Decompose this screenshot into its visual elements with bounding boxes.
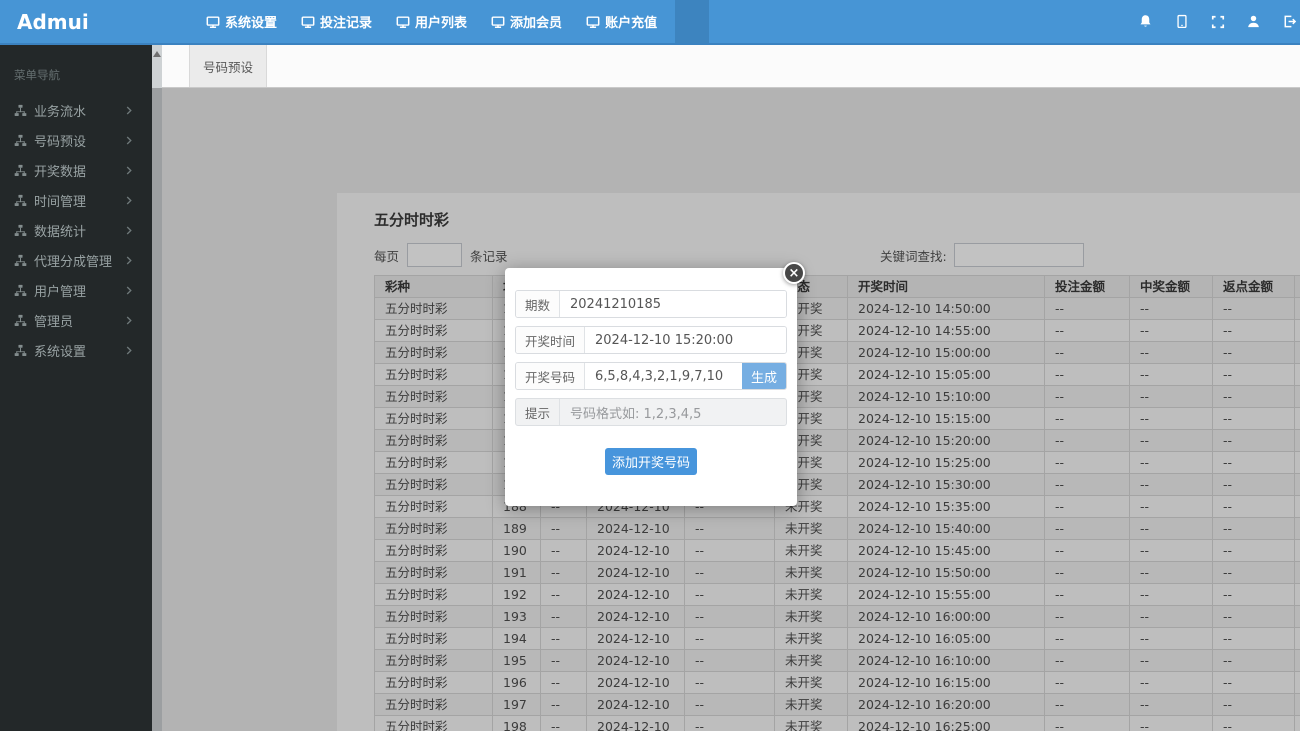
- issue-number-input[interactable]: [560, 291, 786, 317]
- draw-numbers-input[interactable]: [585, 363, 742, 389]
- sidebar-item[interactable]: 管理员: [0, 305, 152, 335]
- hint-group: 提示号码格式如: 1,2,3,4,5: [515, 398, 787, 426]
- navbar-item-label: 投注记录: [320, 12, 372, 31]
- navbar-item-label: 用户列表: [415, 12, 467, 31]
- puzzle-icon: [14, 164, 27, 177]
- sidebar-item-label: 号码预设: [34, 131, 86, 150]
- scroll-up-arrow-icon[interactable]: [153, 51, 161, 57]
- logout-icon: [1282, 14, 1297, 29]
- chevron-right-icon: [125, 136, 133, 145]
- sidebar-item-label: 开奖数据: [34, 161, 86, 180]
- more-menu-button[interactable]: [675, 0, 709, 43]
- issue-number-group: 期数: [515, 290, 787, 318]
- tablet-icon: [1175, 14, 1189, 29]
- navbar-item[interactable]: 投注记录: [295, 0, 378, 43]
- puzzle-icon: [14, 104, 27, 117]
- sidebar-item[interactable]: 用户管理: [0, 275, 152, 305]
- hint-label: 提示: [516, 399, 560, 425]
- monitor-icon: [586, 15, 600, 29]
- top-navbar: Admui 系统设置 投注记录 用户列表 添加会员 账户充值: [0, 0, 1300, 45]
- tab-bar: 号码预设: [162, 45, 1300, 88]
- monitor-icon: [491, 15, 505, 29]
- hint-text: 号码格式如: 1,2,3,4,5: [560, 399, 786, 425]
- puzzle-icon: [14, 194, 27, 207]
- add-draw-number-button[interactable]: 添加开奖号码: [605, 448, 697, 475]
- sidebar: 菜单导航 业务流水号码预设开奖数据时间管理数据统计代理分成管理用户管理管理员系统…: [0, 45, 152, 731]
- issue-number-label: 期数: [516, 291, 560, 317]
- navbar-item[interactable]: 账户充值: [580, 0, 663, 43]
- brand-name: Admui: [17, 10, 89, 34]
- sidebar-item-label: 系统设置: [34, 341, 86, 360]
- sidebar-item[interactable]: 系统设置: [0, 335, 152, 365]
- puzzle-icon: [14, 344, 27, 357]
- user-icon: [1246, 14, 1261, 29]
- bell-icon: [1138, 14, 1153, 29]
- navbar-item[interactable]: 添加会员: [485, 0, 568, 43]
- chevron-right-icon: [125, 286, 133, 295]
- sidebar-item-label: 代理分成管理: [34, 251, 112, 270]
- generate-button[interactable]: 生成: [742, 363, 786, 389]
- tablet-button[interactable]: [1173, 14, 1190, 29]
- chevron-right-icon: [125, 166, 133, 175]
- draw-time-label: 开奖时间: [516, 327, 585, 353]
- puzzle-icon: [14, 314, 27, 327]
- sidebar-item[interactable]: 数据统计: [0, 215, 152, 245]
- sidebar-item[interactable]: 业务流水: [0, 95, 152, 125]
- chevron-right-icon: [125, 346, 133, 355]
- chevron-right-icon: [125, 226, 133, 235]
- chevron-right-icon: [125, 196, 133, 205]
- fullscreen-icon: [1211, 15, 1225, 29]
- chevron-right-icon: [125, 106, 133, 115]
- sidebar-item-label: 管理员: [34, 311, 73, 330]
- tab-label: 号码预设: [203, 57, 253, 76]
- navbar-item-label: 账户充值: [605, 12, 657, 31]
- sidebar-item[interactable]: 代理分成管理: [0, 245, 152, 275]
- sidebar-item[interactable]: 开奖数据: [0, 155, 152, 185]
- puzzle-icon: [14, 284, 27, 297]
- navbar-item[interactable]: 用户列表: [390, 0, 473, 43]
- monitor-icon: [301, 15, 315, 29]
- sidebar-item[interactable]: 时间管理: [0, 185, 152, 215]
- chevron-right-icon: [125, 256, 133, 265]
- sidebar-item-label: 用户管理: [34, 281, 86, 300]
- bell-button[interactable]: [1137, 14, 1154, 29]
- sidebar-item-label: 业务流水: [34, 101, 86, 120]
- puzzle-icon: [14, 134, 27, 147]
- draw-time-input[interactable]: [585, 327, 786, 353]
- close-icon[interactable]: ×: [783, 262, 805, 284]
- brand: Admui: [0, 10, 152, 34]
- navbar-item[interactable]: 系统设置: [200, 0, 283, 43]
- fullscreen-button[interactable]: [1209, 15, 1226, 29]
- navbar-item-label: 系统设置: [225, 12, 277, 31]
- monitor-icon: [206, 15, 220, 29]
- draw-numbers-group: 开奖号码 生成: [515, 362, 787, 390]
- navbar-menu: 系统设置 投注记录 用户列表 添加会员 账户充值: [200, 0, 663, 43]
- tab-number-preset[interactable]: 号码预设: [189, 45, 267, 87]
- puzzle-icon: [14, 254, 27, 267]
- sidebar-menu: 业务流水号码预设开奖数据时间管理数据统计代理分成管理用户管理管理员系统设置: [0, 95, 152, 365]
- refresh-button[interactable]: [1288, 56, 1300, 77]
- chevron-right-icon: [125, 316, 133, 325]
- draw-numbers-label: 开奖号码: [516, 363, 585, 389]
- draw-time-group: 开奖时间: [515, 326, 787, 354]
- navbar-right-icons: [1137, 14, 1300, 29]
- modal-fields: 期数开奖时间开奖号码 生成提示号码格式如: 1,2,3,4,5: [515, 290, 787, 426]
- puzzle-icon: [14, 224, 27, 237]
- sidebar-item[interactable]: 号码预设: [0, 125, 152, 155]
- sidebar-item-label: 数据统计: [34, 221, 86, 240]
- sidebar-section-label: 菜单导航: [0, 45, 152, 95]
- user-button[interactable]: [1245, 14, 1262, 29]
- add-draw-number-dialog: × 期数开奖时间开奖号码生成提示号码格式如: 1,2,3,4,5 添加开奖号码: [505, 268, 797, 506]
- sidebar-item-label: 时间管理: [34, 191, 86, 210]
- navbar-item-label: 添加会员: [510, 12, 562, 31]
- logout-button[interactable]: [1281, 14, 1298, 29]
- monitor-icon: [396, 15, 410, 29]
